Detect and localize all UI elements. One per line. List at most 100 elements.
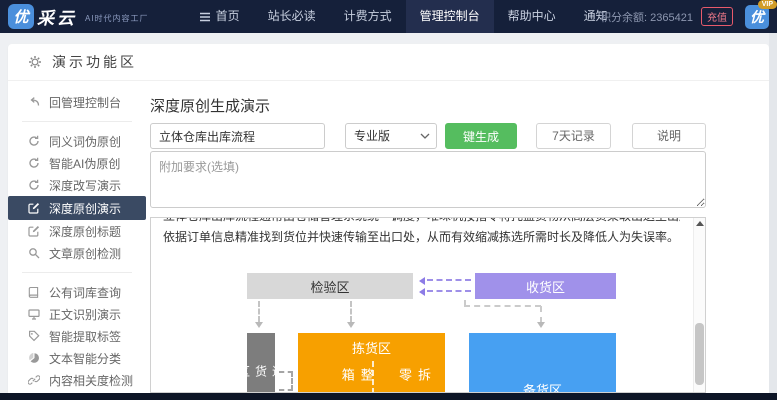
pie-chart-icon [28,352,40,364]
top-navbar: 优 采云 AI时代内容工厂 首页 站长必读 计费方式 管理控制台 帮助中心 通知… [0,0,777,33]
dashed-connector [540,306,542,323]
sidebar-item-text-classification[interactable]: 文本智能分类 [8,347,146,369]
menu-icon [199,11,211,23]
book-icon [28,286,40,298]
sidebar-item-deep-rewrite-demo[interactable]: 深度改写演示 [8,174,146,196]
scroll-up-arrow-icon[interactable] [696,221,704,226]
nav-item-label: 站长必读 [268,0,316,33]
warehouse-flow-diagram: 检验区 收货区 退货区 拣货区 整箱 [152,273,693,393]
sidebar-item-label: 深度原创标题 [49,223,121,240]
diagram-picking-zone: 拣货区 整箱 拆零 [298,333,445,393]
nav-right-cluster: 积分余额: 2365421 充值 优 VIP [600,0,769,33]
generated-output-box: 立体仓库出库流程通常由仓储管理系统统一调度，堆垛机按指令将托盘货物从高层货架取出… [150,217,706,393]
recharge-button[interactable]: 充值 [701,7,733,26]
monitor-icon [28,308,40,320]
dashed-connector [279,371,293,391]
diagram-inspection-zone: 检验区 [247,273,413,299]
picking-full-case-label: 整箱 [338,368,376,393]
logo[interactable]: 优 采云 AI时代内容工厂 [8,4,149,29]
logo-text: 采云 [37,4,77,29]
down-arrow-icon [347,322,355,328]
picking-zone-label: 拣货区 [298,338,445,357]
logo-icon: 优 [8,4,34,29]
sidebar-item-deep-original-demo[interactable]: 深度原创演示 [8,196,146,220]
refresh-icon [28,179,40,191]
generate-button[interactable]: 键生成 [445,123,517,149]
stock-zone-label: 备货区 [469,380,616,393]
nav-item-label: 管理控制台 [420,0,480,33]
nav-item-label: 计费方式 [344,0,392,33]
content-card: 演示功能区 回管理控制台 同义词伪原创 智能AI伪原创 深度改写演示 深度原创演… [8,44,769,393]
sidebar-item-body-recognition[interactable]: 正文识别演示 [8,303,146,325]
output-text: 立体仓库出库流程通常由仓储管理系统统一调度，堆垛机按指令将托盘货物从高层货架取出… [151,218,692,246]
sidebar-item-originality-check[interactable]: 文章原创检测 [8,242,146,264]
picking-split-label: 拆零 [395,368,433,393]
avatar-wrap: 优 VIP [745,5,769,29]
generate-form-row: 专业版 键生成 7天记录 说明 [150,123,706,149]
dashed-connector [464,305,541,307]
diagram-return-zone: 退货区 [247,333,275,393]
sidebar-divider [22,272,132,273]
link-icon [28,374,40,386]
nav-item-help-center[interactable]: 帮助中心 [494,0,570,33]
sidebar-item-synonym-rewrite[interactable]: 同义词伪原创 [8,130,146,152]
version-select-wrap: 专业版 [345,123,437,149]
sidebar-item-back-to-console[interactable]: 回管理控制台 [8,91,146,113]
sidebar-item-deep-original-title[interactable]: 深度原创标题 [8,220,146,242]
down-dashed-line [258,301,260,322]
diagram-receiving-zone: 收货区 [475,273,616,299]
page-scrollbar[interactable] [769,33,777,393]
refresh-icon [28,157,40,169]
down-arrow-icon [255,322,263,328]
vip-badge: VIP [758,0,777,9]
sidebar-item-label: 智能提取标签 [49,328,121,345]
sidebar-item-ai-rewrite[interactable]: 智能AI伪原创 [8,152,146,174]
down-arrow-icon [537,322,545,328]
sidebar-item-label: 智能AI伪原创 [49,155,120,172]
output-line-clipped: 立体仓库出库流程通常由仓储管理系统统一调度，堆垛机按指令将托盘货物从高层货架取出… [163,218,680,226]
nav-item-pricing[interactable]: 计费方式 [330,0,406,33]
back-arrow-icon [28,96,40,108]
scrollbar-thumb[interactable] [695,323,704,385]
sidebar-divider [22,121,132,122]
points-balance: 积分余额: 2365421 [600,9,693,25]
edit-icon [28,202,40,214]
requirements-textarea[interactable] [150,151,706,208]
sidebar-item-label: 深度改写演示 [49,177,121,194]
sidebar: 回管理控制台 同义词伪原创 智能AI伪原创 深度改写演示 深度原创演示 深度原创… [8,81,146,393]
nav-item-home[interactable]: 首页 [185,0,254,33]
keyword-input[interactable] [150,123,325,149]
output-line: 依据订单信息精准找到货位并快速传输至出口处，从而有效缩减拣选所需时长及降低人为失… [163,229,680,246]
refresh-icon [28,135,40,147]
main-content: 深度原创生成演示 专业版 键生成 7天记录 说明 立体仓库出库流程通常由仓储管理… [150,81,706,393]
sidebar-item-public-lexicon[interactable]: 公有词库查询 [8,281,146,303]
version-select[interactable]: 专业版 [345,123,437,149]
gear-icon [28,55,42,69]
left-dashed-arrow [419,288,471,296]
edit-icon [28,225,40,237]
diagram-stock-zone: 备货区 [469,333,616,393]
sidebar-item-label: 文章原创检测 [49,245,121,262]
nav-item-webmaster-guide[interactable]: 站长必读 [254,0,330,33]
footer-bar [0,393,777,400]
help-button[interactable]: 说明 [632,123,706,149]
nav-item-admin-console[interactable]: 管理控制台 [406,0,494,33]
sidebar-item-label: 文本智能分类 [49,350,121,367]
sidebar-item-label: 内容相关度检测 [49,372,133,389]
panel-header: 演示功能区 [8,44,769,81]
sidebar-item-relevance-check[interactable]: 内容相关度检测 [8,369,146,391]
sidebar-item-label: 同义词伪原创 [49,133,121,150]
sidebar-item-label: 回管理控制台 [49,94,121,111]
history-button[interactable]: 7天记录 [536,123,611,149]
sidebar-item-tag-extraction[interactable]: 智能提取标签 [8,325,146,347]
left-dashed-arrow [419,277,471,285]
page-title: 深度原创生成演示 [150,95,270,116]
nav-item-label: 首页 [216,0,240,33]
nav-menu: 首页 站长必读 计费方式 管理控制台 帮助中心 通知 [185,0,622,33]
sidebar-item-label: 公有词库查询 [49,284,121,301]
down-dashed-line [350,301,352,322]
logo-tagline: AI时代内容工厂 [85,13,149,24]
output-scrollbar[interactable] [693,218,705,392]
nav-item-label: 帮助中心 [508,0,556,33]
sidebar-item-label: 正文识别演示 [49,306,121,323]
